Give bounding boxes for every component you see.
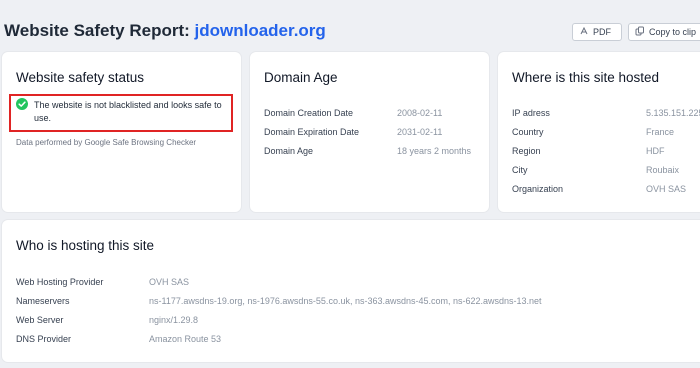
pdf-button[interactable]: PDF bbox=[572, 23, 622, 41]
ip-address-value: 5.135.151.225 bbox=[646, 108, 700, 118]
domain-creation-value: 2008-02-11 bbox=[397, 108, 443, 118]
domain-creation-label: Domain Creation Date bbox=[264, 108, 354, 118]
organization-value: OVH SAS bbox=[646, 184, 687, 194]
ip-address-label: IP adress bbox=[512, 108, 550, 118]
nameservers-label: Nameservers bbox=[16, 296, 70, 306]
web-hosting-provider-value: OVH SAS bbox=[149, 277, 190, 287]
city-label: City bbox=[512, 165, 528, 175]
organization-label: Organization bbox=[512, 184, 564, 194]
safety-status-text: The website is not blacklisted and looks… bbox=[34, 100, 222, 123]
copy-icon bbox=[635, 26, 645, 38]
web-server-label: Web Server bbox=[16, 315, 64, 325]
web-hosting-provider-label: Web Hosting Provider bbox=[16, 277, 104, 287]
data-source-note: Data performed by Google Safe Browsing C… bbox=[16, 138, 197, 147]
site-domain: jdownloader.org bbox=[194, 21, 326, 40]
dns-provider-label: DNS Provider bbox=[16, 334, 72, 344]
copy-to-clipboard-button[interactable]: Copy to clip bbox=[628, 23, 700, 41]
pdf-label: PDF bbox=[593, 27, 611, 37]
check-circle-icon bbox=[16, 97, 28, 115]
page-title: Website Safety Report: jdownloader.org bbox=[4, 21, 326, 41]
nameservers-value: ns-1177.awsdns-19.org, ns-1976.awsdns-55… bbox=[149, 296, 542, 306]
site-location-title: Where is this site hosted bbox=[512, 70, 660, 85]
web-server-value: nginx/1.29.8 bbox=[149, 315, 199, 325]
city-value: Roubaix bbox=[646, 165, 680, 175]
safety-status-title: Website safety status bbox=[16, 70, 145, 85]
region-label: Region bbox=[512, 146, 541, 156]
page-title-text: Website Safety Report: bbox=[4, 21, 190, 40]
region-value: HDF bbox=[646, 146, 665, 156]
hosting-info-title: Who is hosting this site bbox=[16, 238, 155, 253]
domain-expiration-value: 2031-02-11 bbox=[397, 127, 443, 137]
country-value: France bbox=[646, 127, 675, 137]
domain-expiration-label: Domain Expiration Date bbox=[264, 127, 360, 137]
domain-age-value: 18 years 2 months bbox=[397, 146, 472, 156]
country-label: Country bbox=[512, 127, 544, 137]
copy-label: Copy to clip bbox=[649, 27, 697, 37]
domain-age-label: Domain Age bbox=[264, 146, 314, 156]
domain-age-title: Domain Age bbox=[264, 70, 338, 85]
dns-provider-value: Amazon Route 53 bbox=[149, 334, 222, 344]
pdf-icon bbox=[579, 26, 589, 38]
